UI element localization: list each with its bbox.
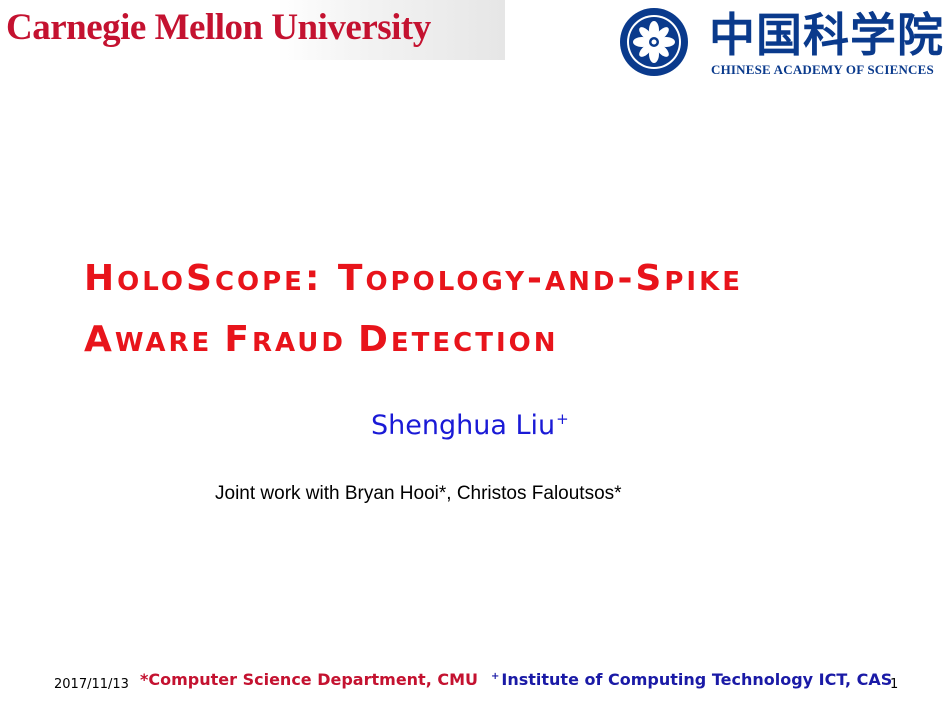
title-seg: D bbox=[358, 319, 391, 360]
title-seg: PIKE bbox=[664, 267, 743, 297]
title-seg: -S bbox=[617, 258, 665, 299]
title-seg: RAUD bbox=[251, 328, 359, 358]
title-seg: S bbox=[186, 258, 215, 299]
title-seg: OLO bbox=[117, 267, 186, 297]
cmu-logo-text: Carnegie Mellon University bbox=[6, 7, 431, 48]
title-line-1: HOLOSCOPE: TOPOLOGY-AND-SPIKE bbox=[84, 250, 743, 311]
cmu-logo: Carnegie Mellon University bbox=[0, 0, 505, 60]
title-seg: OPOLOGY bbox=[365, 267, 528, 297]
footer-cas-mark: + bbox=[491, 671, 500, 682]
cas-chinese-name: 中国科学院 bbox=[709, 8, 944, 62]
cas-english-name: CHINESE ACADEMY OF SCIENCES bbox=[711, 62, 934, 77]
title-seg: COPE bbox=[214, 267, 305, 297]
title-seg: A bbox=[84, 319, 115, 360]
slide-title: HOLOSCOPE: TOPOLOGY-AND-SPIKE AWARE FRAU… bbox=[84, 250, 743, 372]
title-line-2: AWARE FRAUD DETECTION bbox=[84, 311, 743, 372]
title-seg: F bbox=[224, 319, 252, 360]
title-seg: : T bbox=[304, 258, 366, 299]
footer-cmu-affiliation: *Computer Science Department, CMU bbox=[140, 670, 479, 689]
page-number: 1 bbox=[890, 677, 899, 692]
title-seg: WARE bbox=[114, 328, 225, 358]
footer-date: 2017/11/13 bbox=[54, 677, 129, 692]
title-seg: - bbox=[527, 258, 545, 299]
footer-cas-affiliation: + Institute of Computing Technology ICT, … bbox=[491, 670, 892, 689]
title-seg: H bbox=[84, 258, 118, 299]
footer-cas-text: Institute of Computing Technology ICT, C… bbox=[501, 670, 893, 689]
title-seg: AND bbox=[545, 267, 618, 297]
author-affiliation-mark: + bbox=[556, 410, 569, 428]
title-seg: ETECTION bbox=[390, 328, 559, 358]
author-name: Shenghua Liu+ bbox=[371, 410, 569, 441]
cas-emblem-icon bbox=[618, 6, 690, 78]
joint-work-line: Joint work with Bryan Hooi*, Christos Fa… bbox=[215, 483, 622, 504]
author-text: Shenghua Liu bbox=[371, 410, 556, 441]
